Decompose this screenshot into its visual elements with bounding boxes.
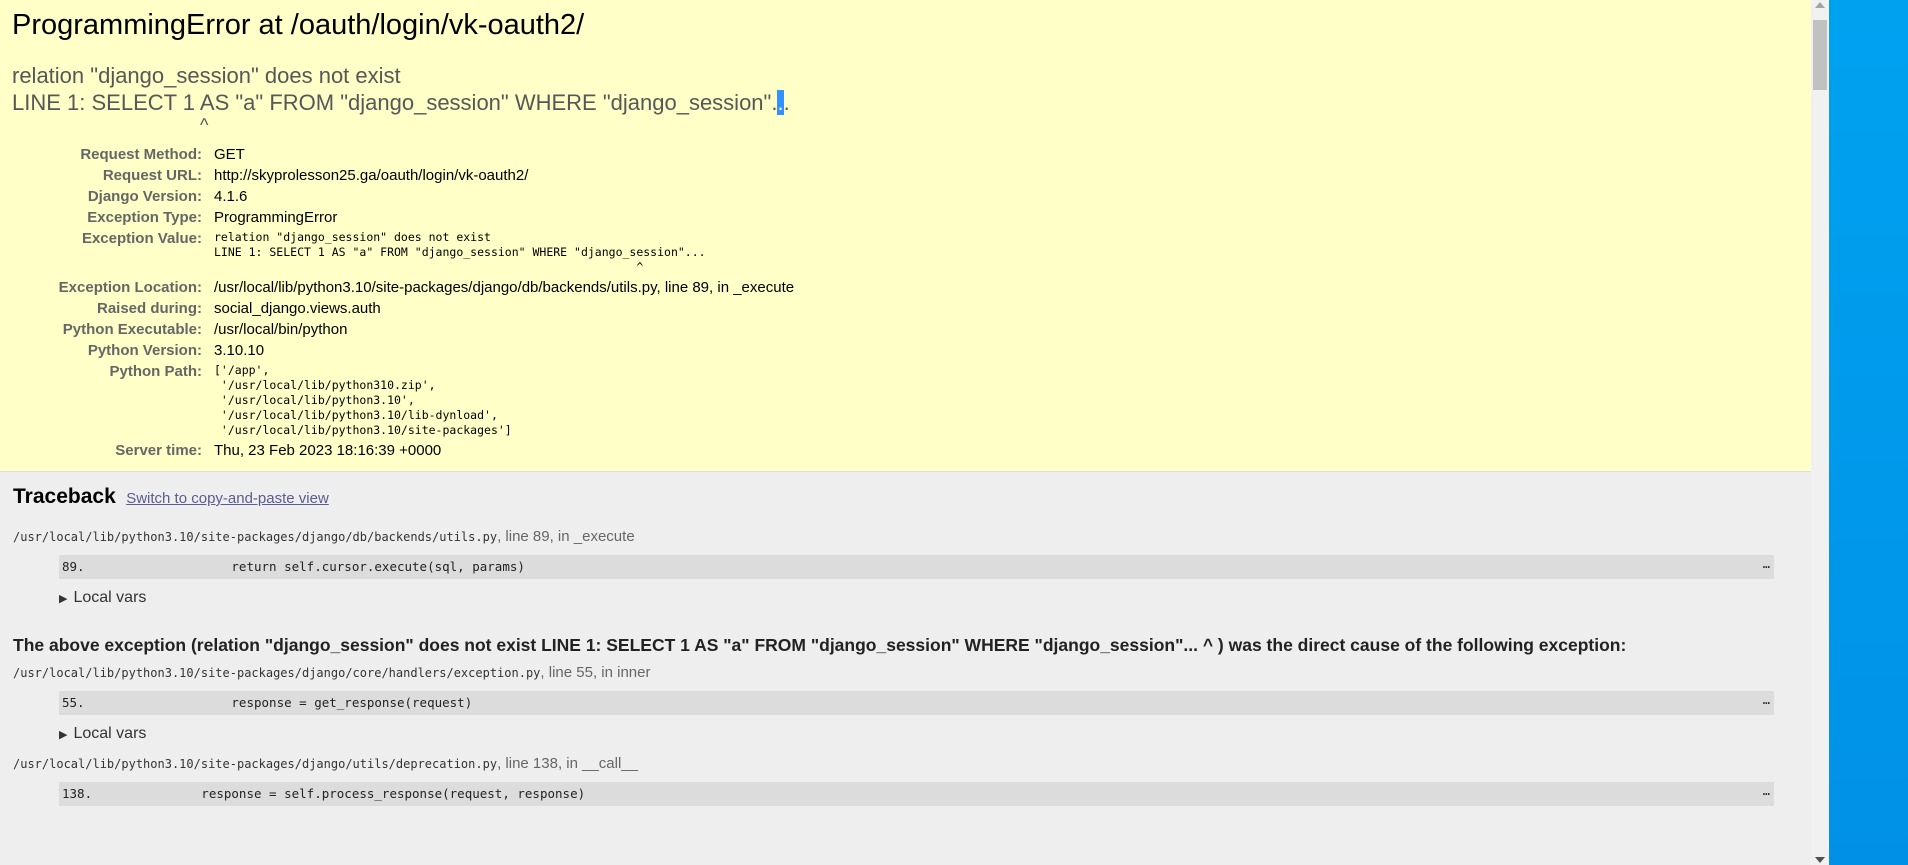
frame-filename: /usr/local/lib/python3.10/site-packages/… (13, 757, 498, 771)
line-number: 138. (62, 786, 93, 801)
switch-copy-paste-link[interactable]: Switch to copy-and-paste view (126, 490, 329, 507)
scrollbar-thumb[interactable] (1813, 20, 1827, 90)
exception-value-heading: relation "django_session" does not exist… (12, 62, 1799, 134)
scroll-up-arrow-icon[interactable] (1815, 2, 1825, 8)
local-vars-toggle[interactable]: ▶ Local vars (59, 589, 1798, 607)
exception-value-line-2-prefix: LINE 1: SELECT 1 AS "a" FROM "django_ses… (12, 90, 778, 115)
request-meta-table: Request Method: GET Request URL: http://… (12, 144, 794, 461)
local-vars-label: Local vars (73, 725, 147, 742)
meta-row: Exception Location: /usr/local/lib/pytho… (12, 277, 794, 298)
python-executable-value: /usr/local/bin/python (214, 321, 348, 338)
line-number: 89. (62, 559, 85, 574)
meta-label: Exception Type: (87, 209, 202, 226)
frame-file-header: /usr/local/lib/python3.10/site-packages/… (13, 755, 1798, 772)
meta-label: Python Path: (109, 363, 203, 380)
frame-filename: /usr/local/lib/python3.10/site-packages/… (13, 530, 498, 544)
meta-row: Raised during: social_django.views.auth (12, 298, 794, 319)
code-text: response = get_response(request) (111, 695, 473, 710)
code-context-line[interactable]: 89. return self.cursor.execute(sql, para… (59, 555, 1774, 579)
exception-value-pre: relation "django_session" does not exist… (214, 230, 706, 274)
local-vars-label: Local vars (73, 589, 147, 606)
django-version-value: 4.1.6 (214, 188, 248, 205)
python-path-pre: ['/app', '/usr/local/lib/python310.zip',… (214, 363, 512, 437)
server-time-value: Thu, 23 Feb 2023 18:16:39 +0000 (214, 442, 442, 459)
request-method-value: GET (214, 146, 245, 163)
frame-file-header: /usr/local/lib/python3.10/site-packages/… (13, 664, 1798, 681)
request-url-value: http://skyprolesson25.ga/oauth/login/vk-… (214, 167, 529, 184)
error-summary: ProgrammingError at /oauth/login/vk-oaut… (0, 0, 1811, 472)
triangle-right-icon: ▶ (59, 593, 68, 605)
meta-label: Python Executable: (62, 321, 202, 338)
meta-label: Exception Location: (58, 279, 202, 296)
triangle-right-icon: ▶ (59, 729, 68, 741)
meta-label: Request URL: (102, 167, 202, 184)
meta-label: Request Method: (80, 146, 202, 163)
exception-value-line-2: LINE 1: SELECT 1 AS "a" FROM "django_ses… (12, 89, 1799, 116)
raised-during-value: social_django.views.auth (214, 300, 381, 317)
exception-value-line-2-suffix: . (783, 90, 790, 115)
code-text: return self.cursor.execute(sql, params) (111, 559, 525, 574)
exception-type-value: ProgrammingError (214, 209, 338, 226)
meta-label: Server time: (115, 442, 202, 459)
meta-label: Python Version: (87, 342, 202, 359)
traceback-heading: Traceback (13, 485, 116, 508)
meta-row: Exception Value: relation "django_sessio… (12, 228, 794, 277)
meta-row: Exception Type: ProgrammingError (12, 207, 794, 228)
meta-label: Raised during: (96, 300, 202, 317)
error-page: ProgrammingError at /oauth/login/vk-oaut… (0, 0, 1811, 865)
exception-location-value: /usr/local/lib/python3.10/site-packages/… (214, 279, 795, 296)
meta-row: Python Executable: /usr/local/bin/python (12, 319, 794, 340)
code-context-line[interactable]: 55. response = get_response(request) … (59, 691, 1774, 715)
meta-label: Exception Value: (81, 230, 202, 247)
desktop-background (1829, 0, 1908, 865)
code-text: response = self.process_response(request… (111, 786, 586, 801)
meta-row: Django Version: 4.1.6 (12, 186, 794, 207)
exception-value-line-1: relation "django_session" does not exist (12, 63, 401, 88)
expand-context-icon[interactable]: … (1763, 552, 1770, 576)
meta-row: Server time: Thu, 23 Feb 2023 18:16:39 +… (12, 440, 794, 461)
frame-filename: /usr/local/lib/python3.10/site-packages/… (13, 666, 541, 680)
meta-row: Request URL: http://skyprolesson25.ga/oa… (12, 165, 794, 186)
exception-value-cell: relation "django_session" does not exist… (214, 228, 794, 277)
traceback-section: Traceback Switch to copy-and-paste view … (0, 472, 1811, 818)
meta-row: Request Method: GET (12, 144, 794, 165)
meta-row: Python Path: ['/app', '/usr/local/lib/py… (12, 361, 794, 440)
vertical-scrollbar[interactable] (1811, 0, 1829, 865)
frame-location: , line 89, in _execute (497, 528, 635, 545)
local-vars-toggle[interactable]: ▶ Local vars (59, 725, 1798, 743)
line-number: 55. (62, 695, 85, 710)
code-context-line[interactable]: 138. response = self.process_response(re… (59, 782, 1774, 806)
meta-label: Django Version: (87, 188, 202, 205)
expand-context-icon[interactable]: … (1763, 779, 1770, 803)
meta-row: Python Version: 3.10.10 (12, 340, 794, 361)
expand-context-icon[interactable]: … (1763, 688, 1770, 712)
frame-location: , line 55, in inner (540, 664, 651, 681)
python-version-value: 3.10.10 (214, 342, 265, 359)
traceback-header: Traceback Switch to copy-and-paste view (13, 484, 1798, 510)
frame-file-header: /usr/local/lib/python3.10/site-packages/… (13, 528, 1798, 545)
scroll-down-arrow-icon[interactable] (1815, 857, 1825, 863)
python-path-cell: ['/app', '/usr/local/lib/python310.zip',… (214, 361, 794, 440)
frame-location: , line 138, in __call__ (497, 755, 638, 772)
page-title: ProgrammingError at /oauth/login/vk-oaut… (12, 9, 585, 41)
exception-caret: ^ (200, 115, 209, 135)
exception-cause-text: The above exception (relation "django_se… (13, 635, 1627, 655)
